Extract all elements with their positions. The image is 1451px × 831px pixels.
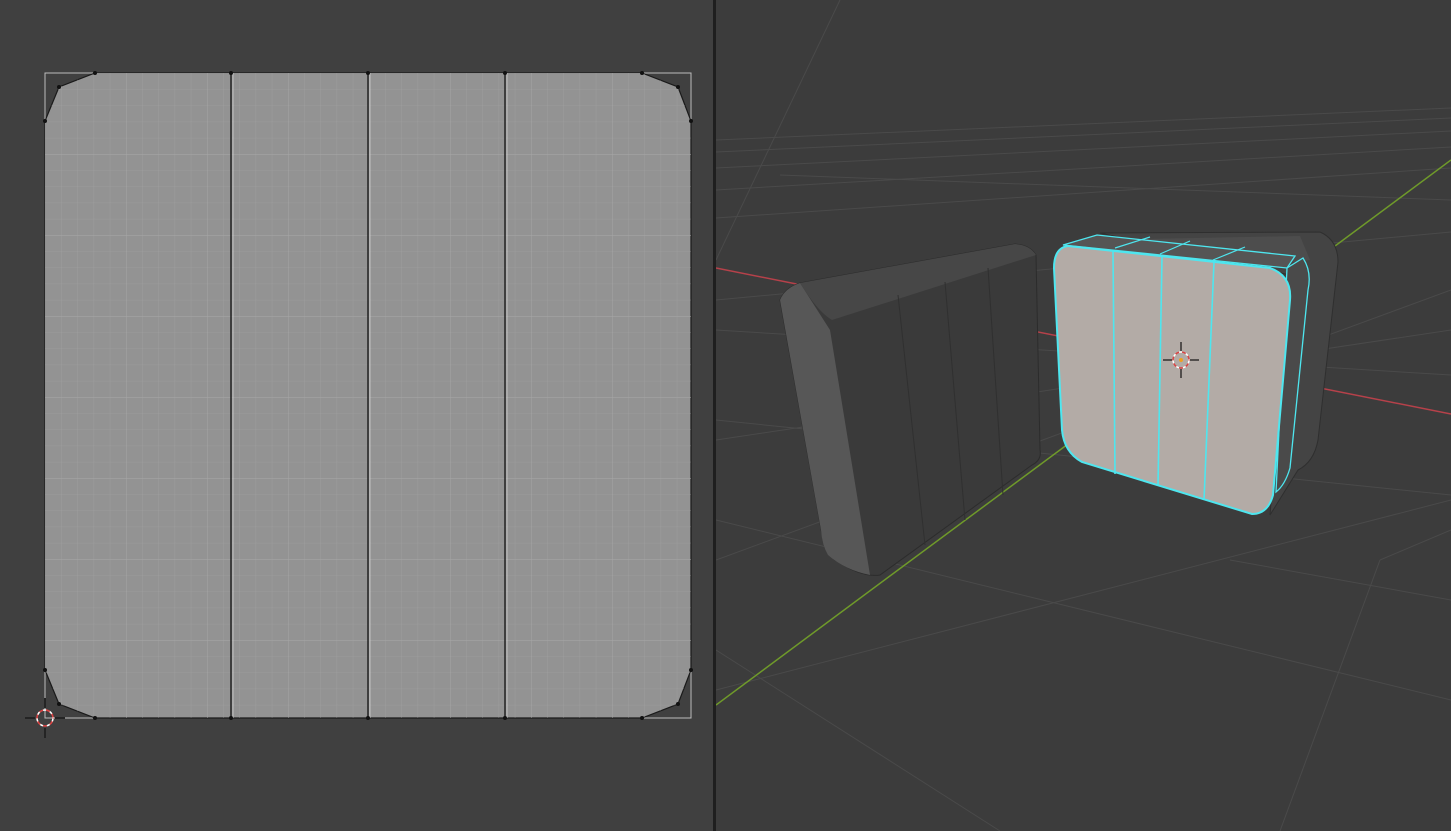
blender-workspace	[0, 0, 1451, 831]
uv-canvas[interactable]	[0, 0, 713, 831]
viewport-canvas[interactable]	[716, 0, 1451, 831]
3d-viewport[interactable]	[716, 0, 1451, 831]
uv-island[interactable]	[43, 71, 693, 720]
mesh-object-selected[interactable]	[1052, 231, 1339, 516]
mesh-object-back[interactable]	[779, 243, 1041, 576]
uv-editor[interactable]	[0, 0, 713, 831]
